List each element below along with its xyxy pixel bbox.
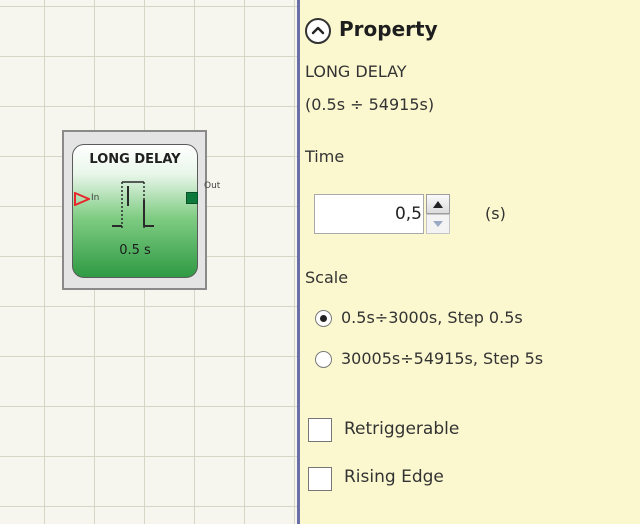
block-delay-value: 0.5 s <box>119 243 151 258</box>
delay-timing-icon <box>112 181 154 230</box>
spin-up-button[interactable] <box>426 194 450 214</box>
block-range-text: (0.5s ÷ 54915s) <box>305 95 435 114</box>
scale-radio-option-2[interactable] <box>315 351 332 368</box>
rising-edge-checkbox[interactable] <box>308 467 332 491</box>
input-port-label: In <box>91 193 100 203</box>
retriggerable-label[interactable]: Retriggerable <box>344 419 459 439</box>
rising-edge-label[interactable]: Rising Edge <box>344 467 444 487</box>
property-panel: Property LONG DELAY (0.5s ÷ 54915s) Time… <box>300 0 640 524</box>
block-title: LONG DELAY <box>89 152 181 167</box>
scale-option-2-label[interactable]: 30005s÷54915s, Step 5s <box>341 349 543 368</box>
block-name-text: LONG DELAY <box>305 62 407 81</box>
triangle-up-icon <box>433 201 443 208</box>
output-port[interactable] <box>186 192 198 204</box>
triangle-down-icon <box>433 221 443 227</box>
scale-label: Scale <box>305 268 349 287</box>
panel-title: Property <box>339 17 438 41</box>
output-port-label: Out <box>204 181 221 191</box>
time-unit-label: (s) <box>485 204 506 223</box>
spin-down-button[interactable] <box>426 214 450 234</box>
time-label: Time <box>305 147 345 166</box>
chevron-up-icon <box>311 26 325 35</box>
radio-selected-dot <box>320 315 327 322</box>
scale-option-1-label[interactable]: 0.5s÷3000s, Step 0.5s <box>341 308 523 327</box>
retriggerable-checkbox[interactable] <box>308 418 332 442</box>
input-arrow-icon[interactable] <box>74 192 90 206</box>
time-value[interactable]: 0,5 <box>314 204 422 224</box>
collapse-button[interactable] <box>305 18 331 44</box>
scale-radio-option-1[interactable] <box>315 310 332 327</box>
